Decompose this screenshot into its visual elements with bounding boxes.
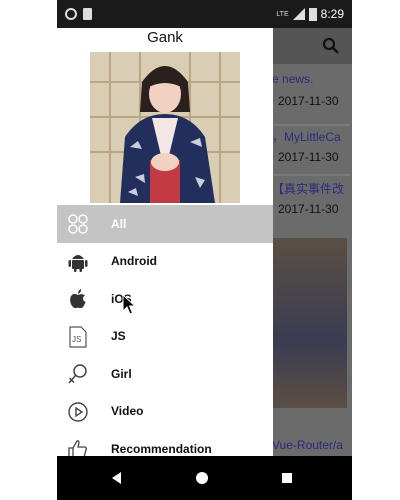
menu-item-recommendation[interactable]: Recommendation: [57, 430, 273, 456]
menu-item-label: Recommendation: [111, 441, 212, 456]
girl-photo: [90, 52, 240, 203]
list-item[interactable]: e news. 2017-11-30: [272, 72, 352, 132]
status-time: 8:29: [320, 7, 344, 21]
home-icon[interactable]: [194, 470, 210, 486]
list-item-title: 【真实事件改: [272, 182, 345, 196]
svg-text:JS: JS: [72, 335, 81, 344]
signal-icon: [292, 8, 305, 20]
menu-item-ios[interactable]: iOS: [57, 280, 273, 318]
recents-icon[interactable]: [279, 470, 295, 486]
header-photo: [90, 52, 240, 203]
search-icon[interactable]: [322, 37, 340, 55]
list-item-title: Vue-Router/a: [272, 438, 343, 452]
drawer-menu: All Android iOS JS JS Girl Video Recomme…: [57, 205, 273, 456]
menu-item-all[interactable]: All: [57, 205, 273, 243]
mouse-cursor-icon: [122, 294, 136, 315]
status-right: LTE 8:29: [276, 5, 344, 23]
status-notifications: [65, 7, 99, 21]
menu-item-girl[interactable]: Girl: [57, 355, 273, 393]
divider: [272, 124, 350, 126]
menu-item-label: All: [111, 216, 127, 231]
menu-item-js[interactable]: JS JS: [57, 318, 273, 356]
menu-item-label: Android: [111, 254, 157, 269]
thumbs-up-icon: [68, 440, 87, 456]
system-navigation-bar: [57, 456, 352, 500]
list-item-date: 2017-11-30: [278, 202, 339, 216]
sd-card-icon: [83, 8, 92, 20]
list-item[interactable]: ，MyLittleCa 2017-11-30: [272, 128, 352, 188]
back-icon[interactable]: [109, 470, 125, 486]
menu-item-label: JS: [111, 329, 126, 344]
battery-icon: [308, 7, 317, 21]
sync-icon: [65, 8, 77, 20]
list-item-title: e news.: [272, 72, 314, 86]
drawer-title: Gank: [147, 29, 183, 46]
background-photo[interactable]: [272, 238, 347, 408]
menu-item-video[interactable]: Video: [57, 393, 273, 431]
apple-icon: [70, 289, 86, 309]
list-item[interactable]: 【真实事件改 2017-11-30: [272, 180, 352, 240]
navigation-drawer: Gank All Android iOS JS JS Girl Video Re…: [57, 28, 273, 456]
menu-item-android[interactable]: Android: [57, 243, 273, 281]
android-icon: [68, 254, 88, 272]
menu-item-label: Girl: [111, 366, 132, 381]
grid-icon: [68, 214, 88, 234]
drawer-header: Gank: [57, 28, 273, 205]
menu-item-label: Video: [111, 404, 144, 419]
list-item-date: 2017-11-30: [278, 94, 339, 108]
network-type: LTE: [276, 10, 289, 18]
js-file-icon: JS: [69, 325, 87, 348]
divider: [272, 174, 350, 176]
list-item-date: 2017-11-30: [278, 150, 339, 164]
list-item-title: ，MyLittleCa: [272, 130, 341, 144]
status-bar: LTE 8:29: [57, 0, 352, 28]
play-circle-icon: [68, 401, 88, 422]
female-icon: [68, 364, 87, 384]
